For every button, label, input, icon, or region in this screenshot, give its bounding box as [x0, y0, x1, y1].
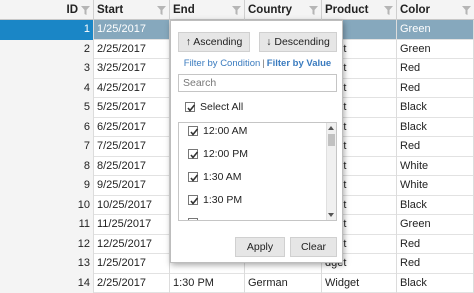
checkmark-icon [186, 103, 196, 113]
cell-id[interactable]: 14 [0, 274, 94, 293]
funnel-icon[interactable] [232, 6, 241, 15]
cell-start[interactable]: 2/25/2017 [94, 40, 170, 60]
cell-color[interactable]: White [397, 157, 474, 177]
filter-by-condition-link[interactable]: Filter by Condition [184, 58, 261, 69]
sort-ascending-button[interactable]: ↑ Ascending [178, 32, 250, 52]
checkmark-icon [189, 173, 199, 183]
cell-start[interactable]: 3/25/2017 [94, 59, 170, 79]
cell-color[interactable]: Red [397, 79, 474, 99]
checkmark-icon [189, 196, 199, 206]
grid-header: ID Start End Country Product Color [0, 0, 474, 20]
funnel-icon[interactable] [81, 6, 90, 15]
value-label: 1:30 PM [203, 194, 242, 206]
scroll-thumb[interactable] [328, 134, 335, 146]
checkmark-icon [189, 127, 199, 137]
cell-start[interactable]: 10/25/2017 [94, 196, 170, 216]
cell-id[interactable]: 9 [0, 176, 94, 196]
column-filter-dropdown: ↑ Ascending ↓ Descending Filter by Condi… [170, 20, 343, 263]
cell-product[interactable]: Widget [322, 274, 397, 293]
cell-color[interactable]: Green [397, 215, 474, 235]
cell-start[interactable]: 1/25/2017 [94, 20, 170, 40]
apply-button[interactable]: Apply [235, 237, 285, 257]
cell-color[interactable]: Black [397, 118, 474, 138]
cell-id[interactable]: 5 [0, 98, 94, 118]
cell-color[interactable]: Red [397, 235, 474, 255]
cell-color[interactable]: Green [397, 40, 474, 60]
cell-id[interactable]: 4 [0, 79, 94, 99]
checkbox[interactable] [188, 195, 198, 205]
funnel-icon[interactable] [157, 6, 166, 15]
funnel-icon[interactable] [384, 6, 393, 15]
cell-start[interactable]: 12/25/2017 [94, 235, 170, 255]
cell-start[interactable]: 7/25/2017 [94, 137, 170, 157]
header-id[interactable]: ID [0, 0, 94, 20]
cell-id[interactable]: 11 [0, 215, 94, 235]
cell-id[interactable]: 3 [0, 59, 94, 79]
search-input[interactable]: Search [178, 74, 337, 92]
header-end[interactable]: End [170, 0, 245, 20]
header-country[interactable]: Country [245, 0, 322, 20]
clear-button[interactable]: Clear [290, 237, 337, 257]
header-color[interactable]: Color [397, 0, 474, 20]
checkbox[interactable] [185, 102, 195, 112]
funnel-icon[interactable] [462, 6, 471, 15]
value-item[interactable]: 12:00 PM [188, 148, 248, 160]
cell-color[interactable]: Black [397, 98, 474, 118]
value-item-partial[interactable] [188, 217, 203, 221]
table-row[interactable]: 142/25/20171:30 PMGermanWidgetBlack [0, 274, 474, 293]
checkbox[interactable] [188, 149, 198, 159]
cell-start[interactable]: 9/25/2017 [94, 176, 170, 196]
cell-color[interactable]: Black [397, 196, 474, 216]
value-item[interactable]: 1:30 AM [188, 171, 242, 183]
cell-start[interactable]: 1/25/2017 [94, 254, 170, 274]
cell-color[interactable]: Red [397, 254, 474, 274]
value-item[interactable]: 12:00 AM [188, 125, 247, 137]
cell-color[interactable]: Green [397, 20, 474, 40]
cell-start[interactable]: 11/25/2017 [94, 215, 170, 235]
cell-color[interactable]: Red [397, 137, 474, 157]
value-label: 1:30 AM [203, 171, 242, 183]
funnel-icon[interactable] [309, 6, 318, 15]
filter-by-value-link[interactable]: Filter by Value [267, 58, 331, 69]
cell-id[interactable]: 6 [0, 118, 94, 138]
checkmark-icon [189, 150, 199, 160]
cell-color[interactable]: Black [397, 274, 474, 293]
cell-start[interactable]: 4/25/2017 [94, 79, 170, 99]
cell-start[interactable]: 6/25/2017 [94, 118, 170, 138]
cell-start[interactable]: 2/25/2017 [94, 274, 170, 293]
scrollbar[interactable] [326, 123, 336, 220]
cell-id[interactable]: 7 [0, 137, 94, 157]
cell-id[interactable]: 10 [0, 196, 94, 216]
select-all-checkbox[interactable]: Select All [185, 101, 243, 113]
value-label: 12:00 AM [203, 125, 247, 137]
sort-descending-button[interactable]: ↓ Descending [259, 32, 337, 52]
select-all-label: Select All [200, 101, 243, 113]
scroll-down-icon[interactable] [328, 213, 334, 217]
cell-country[interactable]: German [245, 274, 322, 293]
value-list: 12:00 AM 12:00 PM 1:30 AM 1:30 PM [178, 122, 337, 221]
cell-color[interactable]: Red [397, 59, 474, 79]
header-product[interactable]: Product [322, 0, 397, 20]
cell-start[interactable]: 8/25/2017 [94, 157, 170, 177]
checkbox[interactable] [188, 172, 198, 182]
checkbox[interactable] [188, 218, 198, 221]
cell-id[interactable]: 12 [0, 235, 94, 255]
checkbox[interactable] [188, 126, 198, 136]
header-start[interactable]: Start [94, 0, 170, 20]
cell-id[interactable]: 2 [0, 40, 94, 60]
scroll-up-icon[interactable] [328, 126, 334, 130]
filter-mode-links: Filter by Condition|Filter by Value [171, 58, 344, 69]
cell-start[interactable]: 5/25/2017 [94, 98, 170, 118]
value-item[interactable]: 1:30 PM [188, 194, 242, 206]
cell-color[interactable]: White [397, 176, 474, 196]
cell-id[interactable]: 1 [0, 20, 94, 40]
cell-id[interactable]: 13 [0, 254, 94, 274]
cell-id[interactable]: 8 [0, 157, 94, 177]
cell-end[interactable]: 1:30 PM [170, 274, 245, 293]
value-label: 12:00 PM [203, 148, 248, 160]
